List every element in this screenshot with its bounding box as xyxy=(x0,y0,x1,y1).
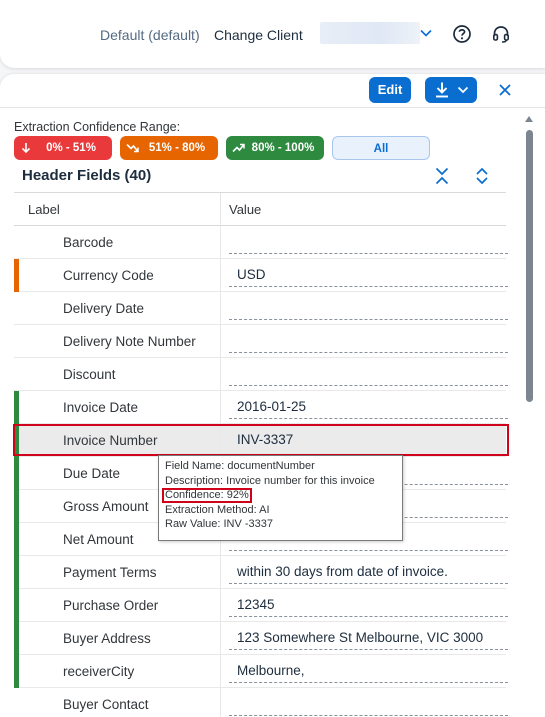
field-label: Payment Terms xyxy=(63,565,157,580)
field-label: Invoice Date xyxy=(63,400,139,415)
headset-icon[interactable] xyxy=(491,24,511,44)
client-default-text: Default (default) xyxy=(100,27,200,43)
download-menu-button[interactable] xyxy=(425,77,477,103)
change-client-label: Change Client xyxy=(214,27,303,43)
field-value-input[interactable] xyxy=(229,331,508,353)
confidence-marker xyxy=(14,457,19,490)
confidence-marker xyxy=(14,523,19,556)
table-row[interactable]: Delivery Date xyxy=(14,292,508,325)
field-value-input[interactable]: Melbourne, xyxy=(229,661,508,683)
tooltip-description: Description: Invoice number for this inv… xyxy=(165,474,375,487)
filter-chip-label: 51% - 80% xyxy=(148,142,206,154)
confidence-marker xyxy=(14,391,19,424)
field-value-input[interactable]: INV-3337 xyxy=(229,430,508,452)
filter-chip-all[interactable]: All xyxy=(332,136,430,160)
collapse-all-icon[interactable] xyxy=(433,166,451,186)
table-row[interactable]: Invoice Number INV-3337 xyxy=(14,424,506,457)
filter-chip-high[interactable]: 80% - 100% xyxy=(226,136,324,160)
download-icon xyxy=(436,82,448,98)
field-label: Currency Code xyxy=(63,268,154,283)
field-label: Barcode xyxy=(63,235,114,250)
confidence-range-label: Extraction Confidence Range: xyxy=(14,120,181,134)
field-value-input[interactable]: 12345 xyxy=(229,595,508,617)
section-title: Header Fields (40) xyxy=(22,167,152,184)
table-row[interactable]: Purchase Order 12345 xyxy=(14,589,508,622)
panel-toolbar: Edit xyxy=(0,74,545,108)
field-value-input[interactable]: USD xyxy=(229,265,508,287)
field-value-input[interactable]: 2016-01-25 xyxy=(229,397,508,419)
help-icon[interactable] xyxy=(452,24,472,44)
table-row[interactable]: Discount xyxy=(14,358,508,391)
field-value-input[interactable] xyxy=(229,298,508,320)
field-value-input[interactable] xyxy=(229,694,508,716)
confidence-marker xyxy=(14,655,19,688)
table-row[interactable]: Buyer Contact xyxy=(14,688,508,717)
filter-chip-medium[interactable]: 51% - 80% xyxy=(120,136,218,160)
confidence-marker xyxy=(14,589,19,622)
tooltip-raw-value: Raw Value: INV -3337 xyxy=(165,518,274,530)
field-label: Delivery Note Number xyxy=(63,334,196,349)
field-label: receiverCity xyxy=(63,664,135,679)
field-label: Delivery Date xyxy=(63,301,145,316)
scroll-up-arrow-icon[interactable] xyxy=(524,114,534,124)
confidence-marker xyxy=(14,490,19,523)
field-label: Due Date xyxy=(63,466,121,481)
filter-chip-label: 80% - 100% xyxy=(251,142,315,154)
field-value-input[interactable] xyxy=(229,232,508,254)
column-header-label: Label xyxy=(28,202,60,217)
table-row[interactable]: receiverCity Melbourne, xyxy=(14,655,508,688)
chevron-down-icon xyxy=(457,86,469,94)
table-row[interactable]: Barcode xyxy=(14,226,508,259)
field-label: Net Amount xyxy=(63,532,134,547)
field-value-input[interactable] xyxy=(229,364,508,386)
field-label: Invoice Number xyxy=(63,433,158,448)
confidence-marker xyxy=(14,424,19,457)
column-header-value: Value xyxy=(229,202,262,217)
table-row[interactable]: Invoice Date 2016-01-25 xyxy=(14,391,508,424)
field-tooltip: Field Name: documentNumber Description: … xyxy=(158,455,403,541)
filter-chip-label: 0% - 51% xyxy=(46,142,96,154)
table-header: Label Value xyxy=(14,192,506,227)
tooltip-confidence: Confidence: 92% xyxy=(162,488,252,503)
edit-button[interactable]: Edit xyxy=(369,77,411,103)
scrollbar-thumb[interactable] xyxy=(526,130,533,402)
tooltip-method: Extraction Method: AI xyxy=(165,503,270,516)
filter-chip-low[interactable]: 0% - 51% xyxy=(14,136,112,160)
confidence-marker xyxy=(14,259,19,292)
field-label: Discount xyxy=(63,367,116,382)
field-label: Buyer Address xyxy=(63,631,151,646)
table-row[interactable]: Currency Code USD xyxy=(14,259,508,292)
field-value-input[interactable]: within 30 days from date of invoice. xyxy=(229,562,508,584)
field-label: Buyer Contact xyxy=(63,697,149,712)
shell-bar: Default (default) Change Client xyxy=(0,0,545,68)
field-value-input[interactable]: 123 Somewhere St Melbourne, VIC 3000 xyxy=(229,628,508,650)
table-row[interactable]: Delivery Note Number xyxy=(14,325,508,358)
field-label: Purchase Order xyxy=(63,598,159,613)
field-label: Gross Amount xyxy=(63,499,149,514)
expand-all-icon[interactable] xyxy=(473,166,491,186)
table-row[interactable]: Buyer Address 123 Somewhere St Melbourne,… xyxy=(14,622,508,655)
filter-chip-label: All xyxy=(373,143,389,155)
client-select[interactable] xyxy=(320,22,420,44)
confidence-marker xyxy=(14,556,19,589)
table-row[interactable]: Payment Terms within 30 days from date of… xyxy=(14,556,508,589)
close-icon[interactable] xyxy=(495,80,515,100)
confidence-marker xyxy=(14,622,19,655)
chevron-down-icon[interactable] xyxy=(419,26,433,40)
tooltip-field-name: Field Name: documentNumber xyxy=(165,460,315,472)
